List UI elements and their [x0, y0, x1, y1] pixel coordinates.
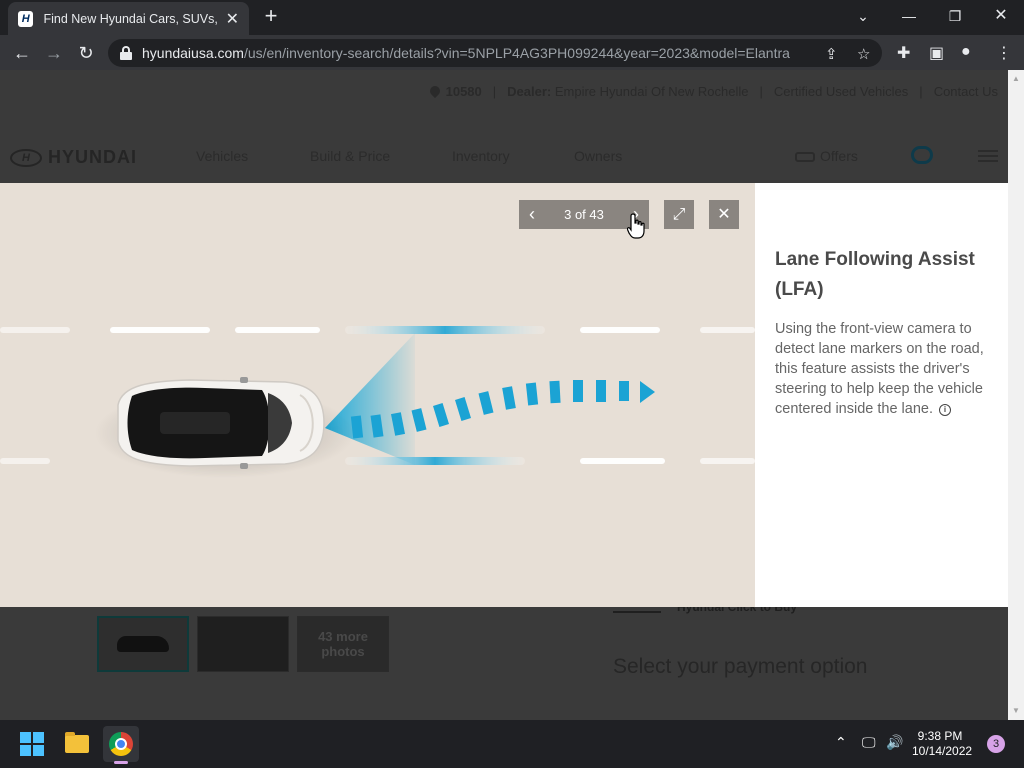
bookmark-star-icon[interactable]: ☆ [857, 45, 870, 63]
more-photos-thumbnail[interactable]: 43 more photos [297, 616, 389, 672]
fullscreen-expand-icon[interactable]: ⤢ [664, 200, 694, 229]
start-button[interactable] [14, 726, 50, 762]
restore-icon[interactable]: ❐ [940, 4, 970, 28]
clock[interactable]: 9:38 PM 10/14/2022 [912, 729, 972, 759]
hyundai-emblem-icon: H [10, 148, 42, 167]
hamburger-menu-icon[interactable] [978, 150, 998, 162]
feature-description: Using the front-view camera to detect la… [775, 321, 984, 417]
file-explorer-button[interactable] [59, 726, 95, 762]
image-counter: 3 of 43 [564, 207, 604, 222]
minimize-icon[interactable]: — [894, 4, 924, 28]
hyundai-logo[interactable]: H HYUNDAI [10, 147, 137, 168]
offers-tag-icon [795, 152, 815, 163]
previous-arrow-icon[interactable]: ‹ [529, 204, 535, 225]
tab-search-icon[interactable]: ⌄ [848, 4, 878, 28]
window-close-icon[interactable]: ✕ [986, 4, 1016, 28]
payment-option-heading: Select your payment option [613, 655, 868, 678]
share-icon[interactable]: ⇪ [825, 45, 838, 63]
car-thumbnail-image [117, 636, 169, 652]
main-nav: H HYUNDAI Vehicles Build & Price Invento… [0, 134, 1008, 184]
browser-toolbar: ← → ↻ hyundaiusa.com/us/en/inventory-sea… [0, 35, 1024, 70]
utility-bar: 10580 | Dealer: Empire Hyundai Of New Ro… [427, 83, 998, 99]
lane-following-illustration [0, 326, 755, 478]
contact-us-link[interactable]: Contact Us [934, 84, 998, 99]
extensions-icon[interactable]: ✚ [897, 43, 910, 63]
tab-close-icon[interactable]: ✕ [226, 9, 239, 29]
side-panel-icon[interactable]: ▣ [929, 43, 944, 63]
folder-icon [65, 732, 89, 753]
nav-offers[interactable]: Offers [795, 148, 858, 164]
nav-inventory[interactable]: Inventory [452, 148, 510, 164]
close-gallery-icon[interactable]: ✕ [709, 200, 739, 229]
scroll-down-arrow-icon[interactable]: ▼ [1012, 706, 1020, 715]
gallery-thumbnails: 43 more photos [97, 616, 389, 672]
page-scrollbar[interactable]: ▲ ▼ [1008, 70, 1024, 720]
thumbnail[interactable] [97, 616, 189, 672]
browser-tab[interactable]: H Find New Hyundai Cars, SUVs, Hy ✕ [8, 2, 249, 35]
chrome-taskbar-button[interactable] [103, 726, 139, 762]
forward-icon[interactable]: → [41, 40, 67, 66]
address-bar[interactable]: hyundaiusa.com/us/en/inventory-search/de… [108, 39, 882, 67]
feature-title: Lane Following Assist (LFA) [775, 249, 975, 300]
location-pin-icon [427, 83, 442, 99]
reload-icon[interactable]: ↻ [73, 40, 99, 66]
nav-vehicles[interactable]: Vehicles [196, 148, 248, 164]
windows-logo-icon [20, 732, 44, 756]
network-icon[interactable]: 🖵 [862, 734, 876, 751]
show-hidden-icons-chevron-icon[interactable]: ⌃ [835, 734, 847, 751]
tab-title: Find New Hyundai Cars, SUVs, Hy [43, 11, 220, 26]
chrome-menu-icon[interactable]: ⋮ [996, 43, 1012, 63]
back-icon[interactable]: ← [9, 40, 35, 66]
chat-icon[interactable] [911, 146, 933, 164]
feature-info-panel: Lane Following Assist (LFA) Using the fr… [755, 183, 1008, 607]
scroll-up-arrow-icon[interactable]: ▲ [1012, 74, 1020, 83]
certified-used-link[interactable]: Certified Used Vehicles [774, 84, 908, 99]
url-text: hyundaiusa.com/us/en/inventory-search/de… [142, 45, 790, 61]
gallery-image: ‹ 3 of 43 › ⤢ ✕ [0, 183, 755, 607]
lock-icon[interactable] [120, 46, 132, 60]
info-icon[interactable]: i [939, 404, 952, 416]
hand-pointer-cursor-icon [627, 213, 645, 239]
nav-owners[interactable]: Owners [574, 148, 622, 164]
browser-titlebar: H Find New Hyundai Cars, SUVs, Hy ✕ + ⌄ … [0, 0, 1024, 35]
new-tab-icon[interactable]: + [259, 5, 283, 29]
thumbnail[interactable] [197, 616, 289, 672]
dealer-info[interactable]: Dealer: Empire Hyundai Of New Rochelle [507, 84, 748, 99]
profile-icon[interactable]: ● [961, 43, 971, 61]
windows-taskbar: ⌃ 🖵 🔊 9:38 PM 10/14/2022 3 [0, 720, 1024, 768]
web-page: 10580 | Dealer: Empire Hyundai Of New Ro… [0, 70, 1008, 720]
car-top-view [117, 377, 325, 469]
gallery-modal: ‹ 3 of 43 › ⤢ ✕ Lane Following Assist (L… [0, 183, 1008, 607]
chrome-icon [109, 732, 133, 756]
hyundai-favicon-icon: H [18, 10, 34, 27]
zip-code[interactable]: 10580 [427, 83, 482, 99]
active-app-indicator [114, 761, 128, 764]
volume-icon[interactable]: 🔊 [886, 734, 903, 751]
notification-badge[interactable]: 3 [987, 735, 1005, 753]
nav-build-price[interactable]: Build & Price [310, 148, 390, 164]
